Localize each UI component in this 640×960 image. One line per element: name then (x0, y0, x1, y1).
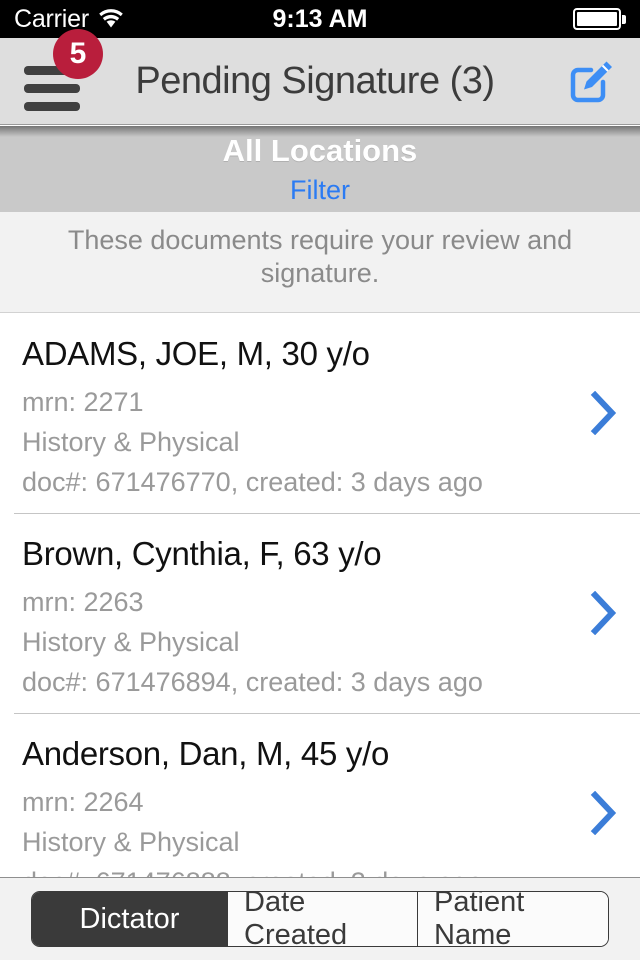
document-meta: doc#: 671476894, created: 3 days ago (22, 667, 483, 697)
segment-patient-name[interactable]: Patient Name (418, 892, 608, 946)
table-row[interactable]: Anderson, Dan, M, 45 y/o mrn: 2264 Histo… (0, 713, 640, 877)
location-bar: All Locations Filter (0, 126, 640, 212)
compose-button[interactable] (544, 38, 640, 125)
row-details: mrn: 2271 History & Physical doc#: 67147… (22, 382, 640, 502)
sort-segmented-control[interactable]: Dictator Date Created Patient Name (31, 891, 609, 947)
segment-dictator[interactable]: Dictator (32, 892, 228, 946)
nav-bar: 5 Pending Signature (3) (0, 28, 640, 125)
status-bar: Carrier 9:13 AM (0, 0, 640, 38)
page-title: Pending Signature (3) (135, 59, 495, 102)
chevron-right-icon (590, 591, 617, 635)
menu-button[interactable]: 5 (0, 28, 103, 125)
compose-edit-icon (570, 61, 612, 103)
table-row[interactable]: ADAMS, JOE, M, 30 y/o mrn: 2271 History … (0, 313, 640, 513)
patient-mrn: mrn: 2264 (22, 787, 144, 817)
document-type: History & Physical (22, 827, 240, 857)
chevron-right-icon (590, 391, 617, 435)
filter-link[interactable]: Filter (290, 175, 350, 206)
description-section: These documents require your review and … (0, 212, 640, 313)
app-screen: Carrier 9:13 AM 5 Pending Signature (3) (0, 0, 640, 960)
description-text: These documents require your review and … (67, 225, 573, 288)
bottom-toolbar: Dictator Date Created Patient Name (0, 877, 640, 960)
row-details: mrn: 2263 History & Physical doc#: 67147… (22, 582, 640, 702)
document-meta: doc#: 671476888, created: 3 days ago (22, 862, 640, 877)
segment-date-created[interactable]: Date Created (228, 892, 418, 946)
location-title: All Locations (222, 133, 418, 168)
document-list[interactable]: ADAMS, JOE, M, 30 y/o mrn: 2271 History … (0, 313, 640, 877)
status-bar-left: Carrier (14, 5, 124, 34)
document-type: History & Physical (22, 627, 240, 657)
notification-badge: 5 (53, 28, 103, 79)
battery-full-icon (573, 8, 626, 30)
wifi-icon (99, 9, 123, 28)
document-type: History & Physical (22, 427, 240, 457)
document-meta: doc#: 671476770, created: 3 days ago (22, 467, 483, 497)
row-details: mrn: 2264 History & Physical doc#: 67147… (22, 782, 640, 877)
patient-name: ADAMS, JOE, M, 30 y/o (22, 335, 370, 372)
patient-mrn: mrn: 2263 (22, 587, 144, 617)
chevron-right-icon (590, 791, 617, 835)
table-row[interactable]: Brown, Cynthia, F, 63 y/o mrn: 2263 Hist… (0, 513, 640, 713)
patient-name: Brown, Cynthia, F, 63 y/o (22, 535, 382, 572)
patient-mrn: mrn: 2271 (22, 387, 144, 417)
patient-name: Anderson, Dan, M, 45 y/o (22, 735, 389, 772)
